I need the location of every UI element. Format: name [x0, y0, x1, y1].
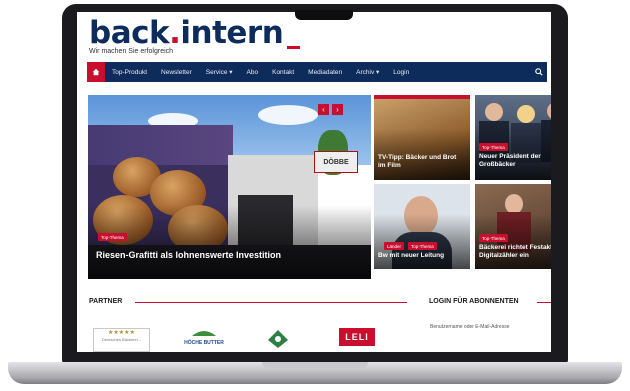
nav-item-service[interactable]: Service ▾: [199, 68, 240, 76]
tile-title[interactable]: Neuer Präsident der Großbäcker: [479, 153, 551, 169]
tile-image-person-head: [505, 194, 523, 214]
hero-badge[interactable]: Top-Thema: [98, 233, 127, 241]
chevron-down-icon: ▾: [229, 69, 233, 76]
nav-item-service-label: Service: [205, 69, 228, 76]
nav-item-mediadaten[interactable]: Mediadaten: [301, 69, 349, 76]
nav-item-top-produkt[interactable]: Top-Produkt: [105, 69, 154, 76]
hero-title[interactable]: Riesen-Grafitti als lohnenswerte Investi…: [96, 250, 281, 260]
article-tile[interactable]: TV-Tipp: Bäcker und Brot im Film: [374, 99, 470, 180]
tile-badge[interactable]: Top-Thema: [479, 234, 508, 242]
logo-dot: .: [169, 15, 181, 51]
site-tagline: Wir machen Sie erfolgreich: [89, 48, 174, 55]
nav-item-archiv-label: Archiv: [356, 69, 375, 76]
nav-item-abo[interactable]: Abo: [240, 69, 266, 76]
tile-badge[interactable]: Top-Thema: [408, 242, 437, 250]
hero-slider-arrows: ‹ ›: [318, 104, 343, 115]
hero-image-overlay: [88, 205, 371, 279]
partner-heading: PARTNER: [89, 298, 123, 305]
login-username-label: Benutzername oder E-Mail-Adresse: [430, 324, 510, 330]
partner-logo-text: HÖCHE BUTTER: [184, 340, 224, 346]
login-heading-line: [537, 302, 551, 303]
tile-title[interactable]: Bäckerei richtet Festakte für Digitalzäh…: [479, 244, 551, 260]
tile-badge[interactable]: Top-Thema: [479, 143, 508, 151]
butter-logo-icon: [192, 331, 216, 336]
website-screen: back.intern Wir machen Sie erfolgreich T…: [77, 12, 551, 352]
chevron-down-icon: ▾: [376, 69, 380, 76]
site-logo[interactable]: back.intern: [89, 15, 284, 51]
tile-image-person-head: [485, 103, 503, 121]
nav-item-kontakt[interactable]: Kontakt: [265, 69, 301, 76]
home-icon: [92, 68, 100, 76]
nav-home-button[interactable]: [87, 62, 105, 82]
hero-image-shop-sign: DÖBBE: [314, 151, 358, 173]
partner-heading-line: [135, 302, 407, 303]
main-navigation: Top-Produkt Newsletter Service ▾ Abo Kon…: [87, 62, 547, 82]
article-tile[interactable]: Länder Top-Thema Bw mit neuer Leitung: [374, 184, 470, 269]
camera-notch: [295, 10, 353, 20]
slider-next-button[interactable]: ›: [332, 104, 343, 115]
laptop-opening-lip: [262, 362, 368, 368]
nav-item-archiv[interactable]: Archiv ▾: [349, 68, 386, 76]
hero-image-cloud: [258, 105, 318, 125]
partner-logo-green[interactable]: [263, 328, 293, 350]
search-icon: [535, 68, 543, 76]
hero-article[interactable]: DÖBBE Top-Thema Riesen-Grafitti als lohn…: [88, 95, 371, 279]
logo-accent-dash: [287, 46, 300, 49]
login-heading: LOGIN FÜR ABONNENTEN: [429, 298, 519, 305]
nav-item-newsletter[interactable]: Newsletter: [154, 69, 199, 76]
hero-image-wall-top: [88, 125, 233, 165]
logo-intern-text: intern: [180, 15, 284, 51]
stars-icon: ★★★★★: [108, 330, 135, 336]
tile-title[interactable]: TV-Tipp: Bäcker und Brot im Film: [378, 154, 462, 170]
nav-search-button[interactable]: [531, 62, 547, 82]
partner-logo-red[interactable]: LELI: [339, 328, 375, 346]
slider-prev-button[interactable]: ‹: [318, 104, 329, 115]
partner-logo-baeckerei[interactable]: ★★★★★ Deutsches Bäckerei...: [93, 328, 150, 352]
partner-logo-butter[interactable]: HÖCHE BUTTER: [182, 328, 226, 350]
tile-badge[interactable]: Länder: [384, 242, 405, 250]
article-tile[interactable]: Top-Thema Neuer Präsident der Großbäcker: [475, 95, 551, 180]
leaf-logo-icon: [268, 330, 288, 348]
article-tile[interactable]: Top-Thema Bäckerei richtet Festakte für …: [475, 184, 551, 269]
partner-logo-text: Deutsches Bäckerei...: [102, 337, 141, 342]
laptop-frame: back.intern Wir machen Sie erfolgreich T…: [0, 0, 630, 391]
logo-back-text: back: [89, 15, 170, 51]
nav-item-login[interactable]: Login: [386, 69, 416, 76]
tile-title[interactable]: Bw mit neuer Leitung: [378, 252, 468, 260]
tile-image-person-head: [517, 105, 535, 123]
